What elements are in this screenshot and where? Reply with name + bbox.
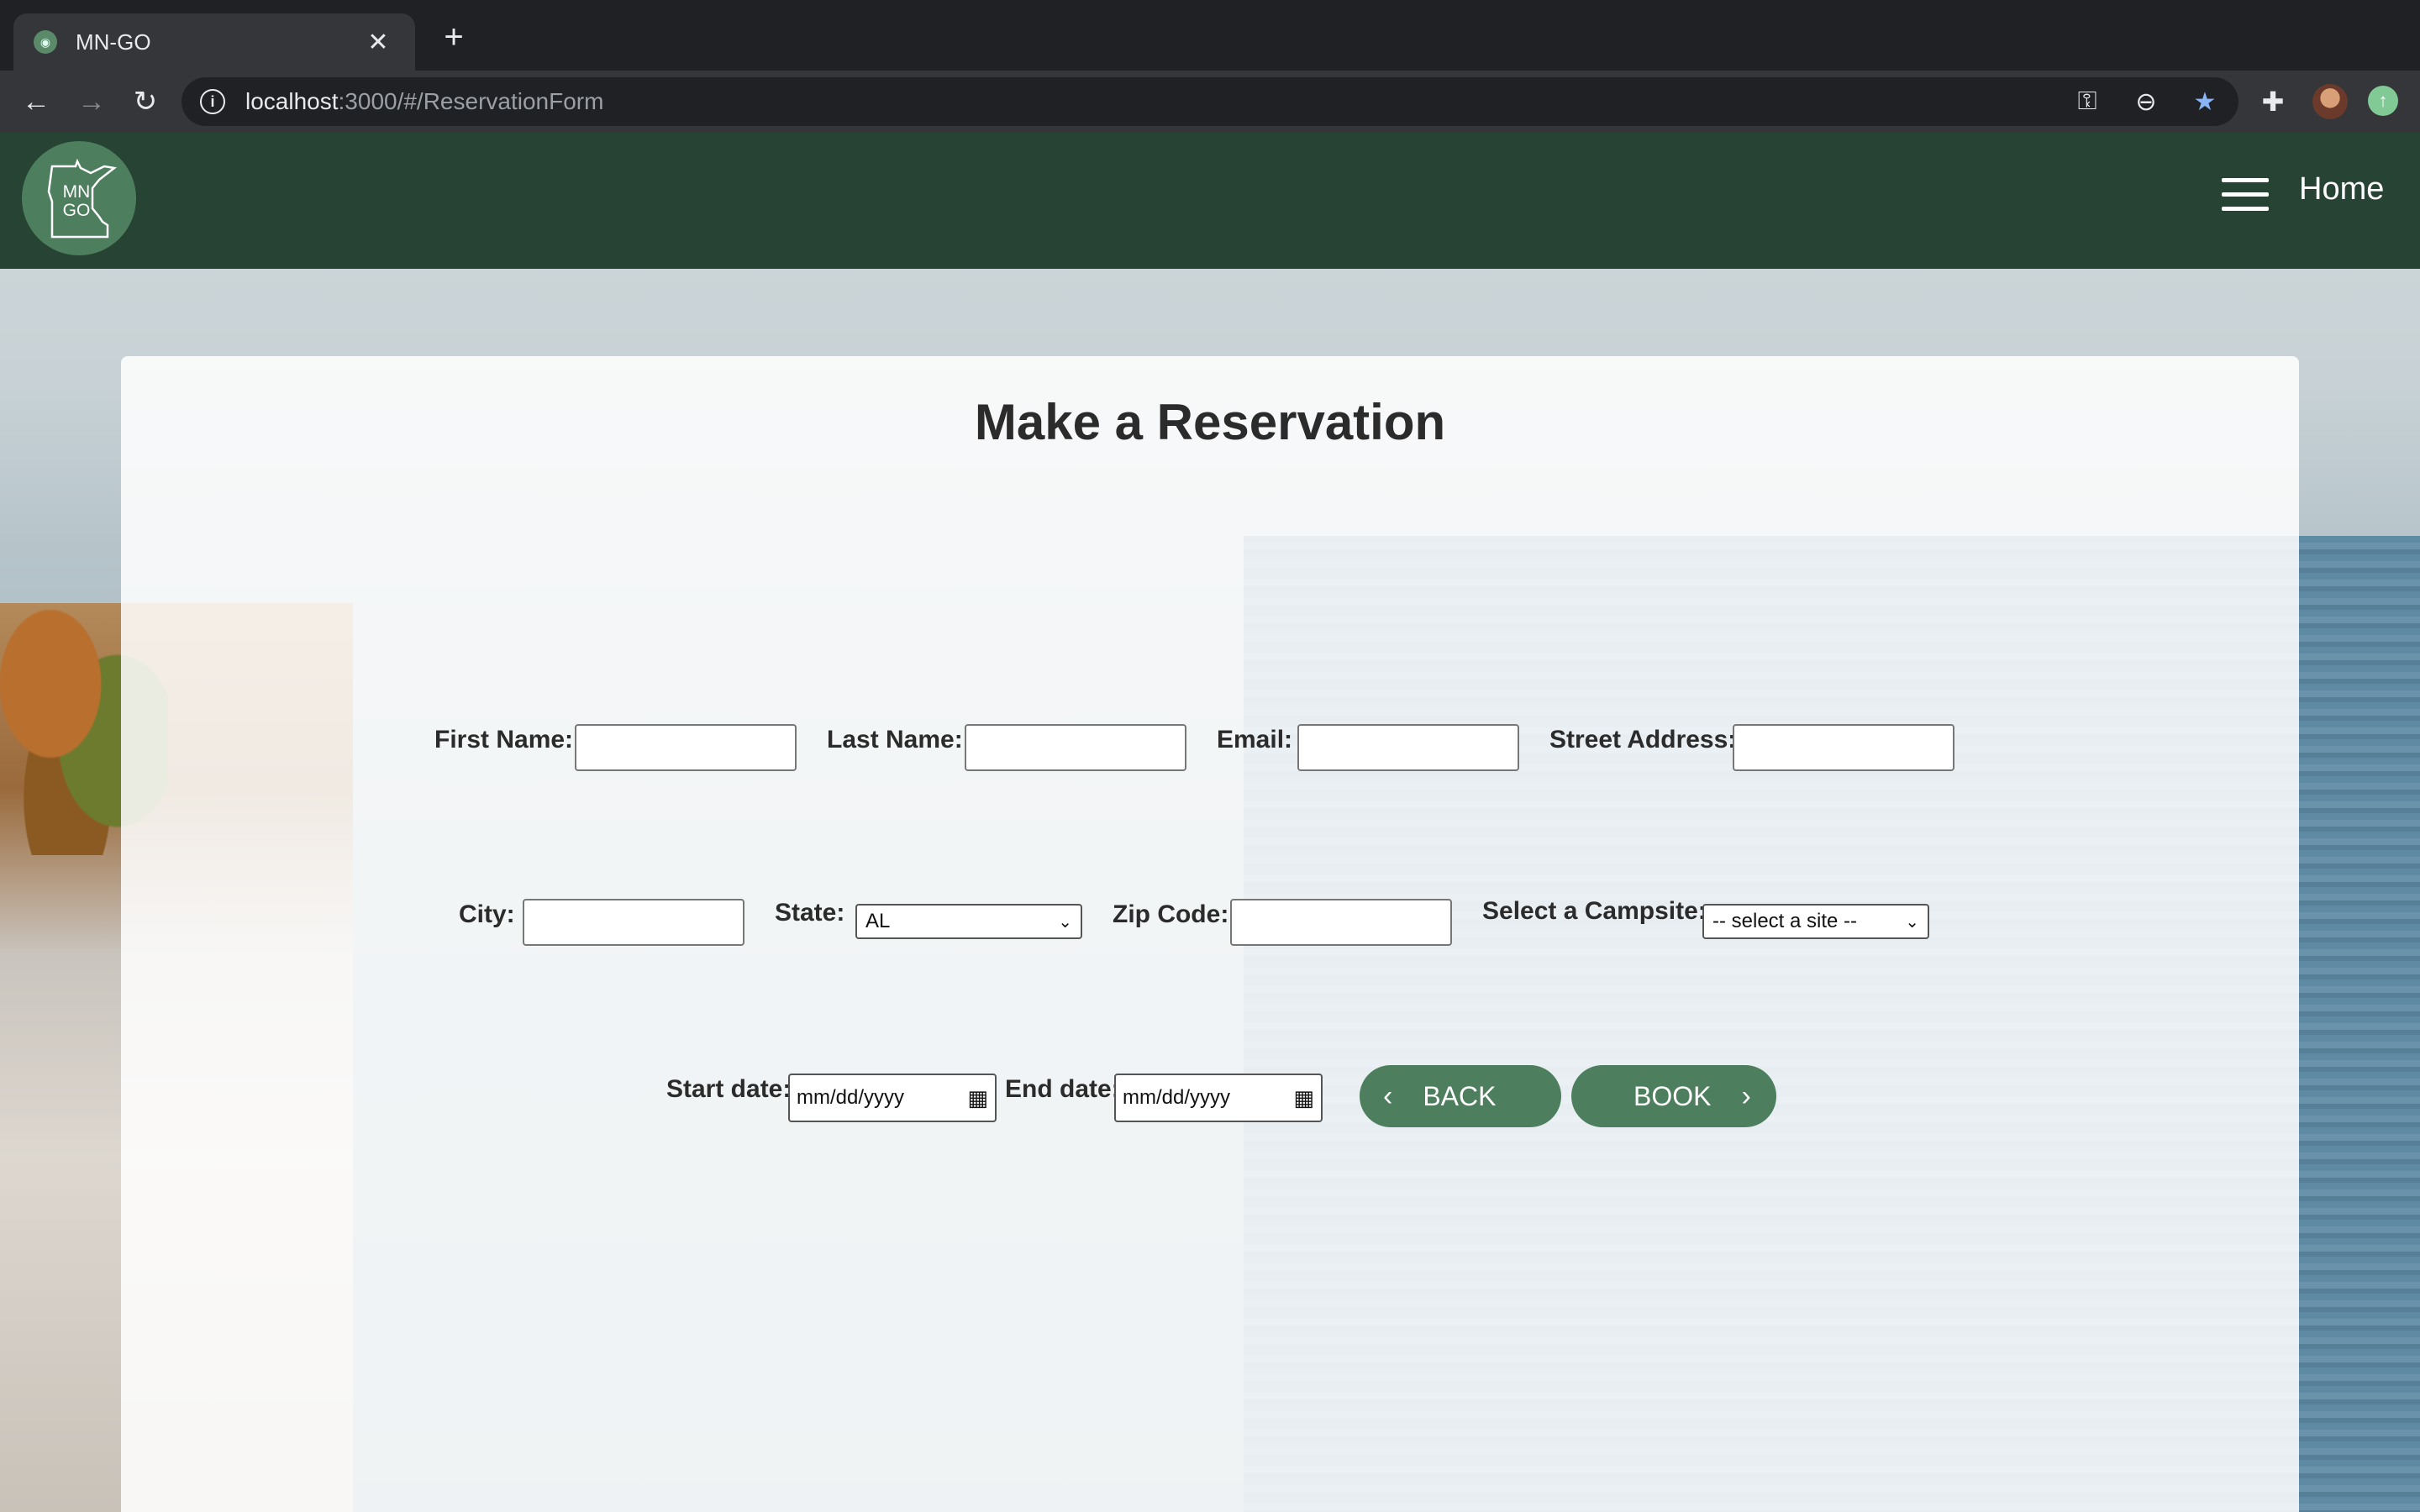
city-group: City: [459, 900, 515, 929]
city-field[interactable] [523, 899, 744, 946]
email-field[interactable] [1297, 724, 1519, 771]
last-name-field[interactable] [965, 724, 1186, 771]
chevron-down-icon: ⌄ [1905, 912, 1919, 932]
nav-home-link[interactable]: Home [2299, 171, 2384, 207]
tab-close-icon[interactable]: ✕ [361, 28, 395, 57]
url-path: :3000/#/ReservationForm [338, 88, 604, 114]
zip-code-label: Zip Code: [1113, 900, 1229, 928]
tab-title: MN-GO [76, 29, 151, 55]
logo-text-line1: MN [62, 182, 91, 202]
start-date-placeholder: mm/dd/yyyy [797, 1086, 905, 1109]
key-icon[interactable]: ⚿ [2072, 87, 2102, 116]
page-title: Make a Reservation [974, 394, 1446, 450]
logo-text-line2: GO [62, 201, 91, 220]
zip-code-field[interactable] [1230, 899, 1452, 946]
campsite-select-value: -- select a site -- [1712, 910, 1858, 932]
forward-arrow-icon[interactable]: → [71, 81, 113, 123]
end-date-input[interactable]: mm/dd/yyyy ▦ [1114, 1074, 1323, 1122]
address-bar[interactable]: i localhost:3000/#/ReservationForm ⚿ ⊖ ★ [182, 77, 2238, 126]
first-name-label: First Name: [434, 726, 574, 753]
chevron-down-icon: ⌄ [1058, 912, 1072, 932]
state-select-value: AL [865, 910, 891, 932]
state-label: State: [775, 899, 845, 927]
zoom-out-icon[interactable]: ⊖ [2131, 87, 2161, 117]
page-viewport: MN GO Home Make a Reservation First Name… [0, 133, 2420, 1512]
end-date-label: End date: [1005, 1075, 1120, 1103]
hamburger-menu-icon[interactable] [2222, 178, 2269, 212]
end-date-placeholder: mm/dd/yyyy [1123, 1086, 1231, 1109]
campsite-label: Select a Campsite: [1482, 897, 1707, 925]
start-date-label: Start date: [666, 1075, 792, 1103]
back-arrow-icon[interactable]: ← [15, 81, 57, 123]
last-name-group: Last Name: [827, 726, 963, 754]
reload-icon[interactable]: ↻ [124, 81, 166, 123]
end-date-group: End date: [1005, 1075, 1120, 1104]
state-group: State: [775, 899, 844, 927]
first-name-field[interactable] [575, 724, 797, 771]
start-date-input[interactable]: mm/dd/yyyy ▦ [788, 1074, 997, 1122]
last-name-label: Last Name: [827, 726, 963, 753]
update-icon[interactable]: ↑ [2368, 86, 2398, 116]
chevron-left-icon: ‹ [1383, 1079, 1393, 1112]
browser-tabstrip: ◉ MN-GO ✕ + [0, 0, 2420, 71]
back-button-label: BACK [1423, 1080, 1497, 1111]
site-navbar: MN GO Home [0, 133, 2420, 269]
state-select[interactable]: AL ⌄ [855, 904, 1082, 939]
browser-tab[interactable]: ◉ MN-GO ✕ [13, 13, 415, 71]
back-button[interactable]: ‹ BACK [1360, 1065, 1561, 1127]
email-group: Email: [1217, 726, 1292, 754]
url-host: localhost [245, 88, 339, 114]
site-favicon-icon: ◉ [34, 30, 57, 54]
book-button[interactable]: BOOK › [1571, 1065, 1776, 1127]
city-label: City: [459, 900, 515, 928]
chevron-right-icon: › [1741, 1079, 1751, 1112]
street-address-label: Street Address: [1549, 726, 1737, 753]
campsite-select[interactable]: -- select a site -- ⌄ [1702, 904, 1929, 939]
browser-toolbar: ← → ↻ i localhost:3000/#/ReservationForm… [0, 71, 2420, 133]
site-info-icon[interactable]: i [200, 89, 225, 114]
first-name-group: First Name: [434, 726, 573, 754]
book-button-label: BOOK [1634, 1080, 1712, 1111]
profile-avatar[interactable] [2312, 84, 2348, 119]
bookmark-star-icon[interactable]: ★ [2190, 87, 2220, 117]
logo-text: MN GO [55, 183, 97, 220]
start-date-group: Start date: [666, 1075, 791, 1104]
calendar-icon[interactable]: ▦ [967, 1085, 988, 1111]
campsite-group: Select a Campsite: [1482, 897, 1707, 926]
extensions-puzzle-icon[interactable]: ✚ [2252, 81, 2294, 123]
reservation-card: Make a Reservation First Name: Last Name… [121, 356, 2299, 1512]
street-address-field[interactable] [1733, 724, 1954, 771]
url-text[interactable]: localhost:3000/#/ReservationForm [245, 88, 2044, 115]
new-tab-button[interactable]: + [435, 18, 472, 55]
calendar-icon[interactable]: ▦ [1293, 1085, 1314, 1111]
email-label: Email: [1217, 726, 1293, 753]
street-group: Street Address: [1549, 726, 1736, 754]
zip-group: Zip Code: [1113, 900, 1228, 929]
mn-go-logo[interactable]: MN GO [22, 141, 136, 255]
